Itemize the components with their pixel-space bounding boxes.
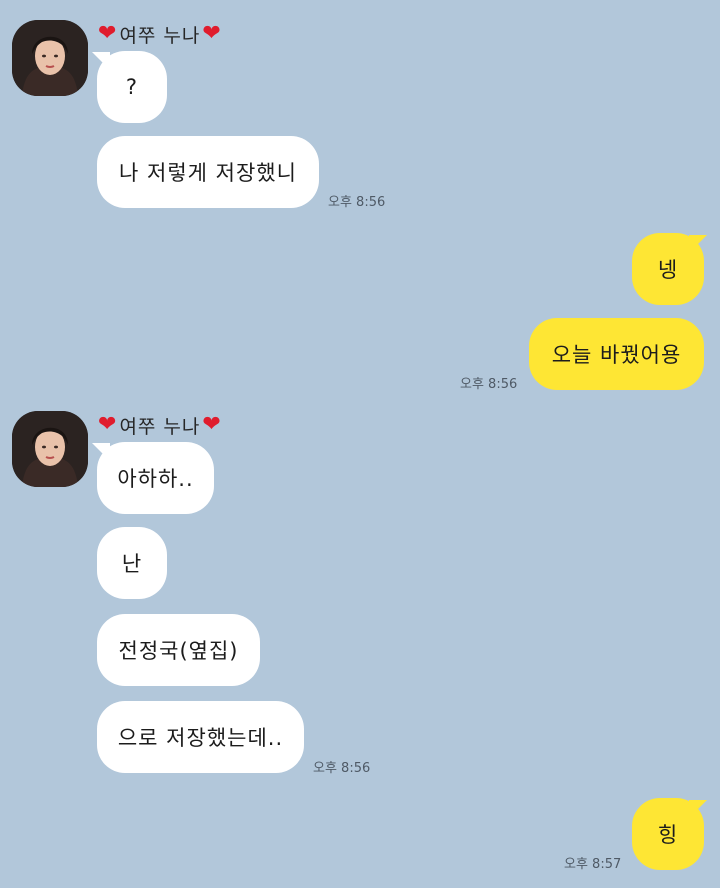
message-timestamp: 오후 8:56 xyxy=(460,377,518,392)
message-bubble[interactable]: 넹 xyxy=(632,233,704,305)
message-bubble[interactable]: 전정국(옆집) xyxy=(97,614,260,686)
message-bubble[interactable]: 나 저렇게 저장했니 xyxy=(97,136,319,208)
sender-name-text: 여쭈 누나 xyxy=(119,415,201,438)
message-timestamp: 오후 8:56 xyxy=(313,761,371,776)
message-bubble[interactable]: 으로 저장했는데.. xyxy=(97,701,304,773)
sender-name: ❤ 여쭈 누나 ❤ xyxy=(98,20,222,48)
heart-icon: ❤ xyxy=(98,21,118,46)
message-bubble[interactable]: 오늘 바꿨어용 xyxy=(529,318,704,390)
message-timestamp: 오후 8:57 xyxy=(564,857,622,872)
message-timestamp: 오후 8:56 xyxy=(328,195,386,210)
sender-name-text: 여쭈 누나 xyxy=(119,24,201,47)
heart-icon: ❤ xyxy=(202,412,222,437)
message-bubble[interactable]: 힝 xyxy=(632,798,704,870)
heart-icon: ❤ xyxy=(202,21,222,46)
heart-icon: ❤ xyxy=(98,412,118,437)
message-bubble[interactable]: 난 xyxy=(97,527,167,599)
avatar[interactable] xyxy=(12,20,88,96)
sender-name: ❤ 여쭈 누나 ❤ xyxy=(98,411,222,439)
message-bubble[interactable]: 아하하.. xyxy=(97,442,214,514)
message-bubble[interactable]: ? xyxy=(97,51,167,123)
avatar[interactable] xyxy=(12,411,88,487)
